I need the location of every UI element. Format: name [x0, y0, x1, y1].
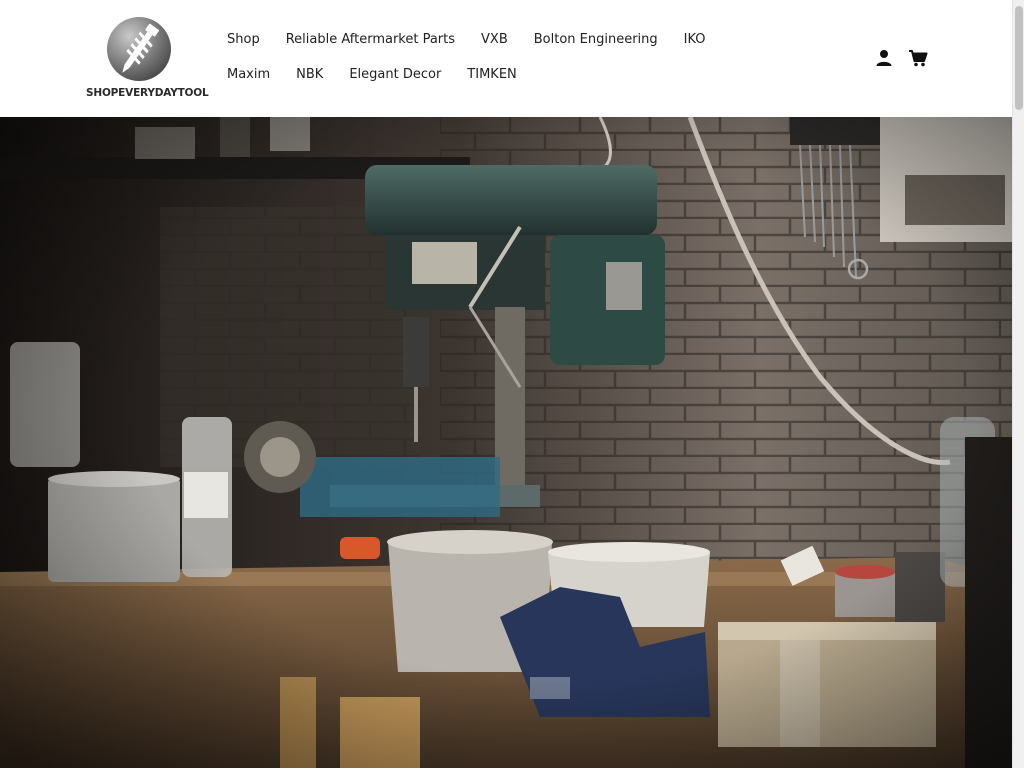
nav-elegant-decor[interactable]: Elegant Decor: [336, 63, 454, 89]
nav-maxim[interactable]: Maxim: [214, 63, 283, 89]
nav-row-2: Maxim NBK Elegant Decor TIMKEN: [214, 63, 814, 89]
header-actions: [874, 48, 928, 68]
page-scrollbar[interactable]: [1012, 0, 1024, 768]
nav-iko[interactable]: IKO: [671, 28, 719, 54]
scrollbar-thumb[interactable]: [1015, 6, 1023, 110]
nav-row-1: Shop Reliable Aftermarket Parts VXB Bolt…: [214, 28, 814, 54]
nav-vxb[interactable]: VXB: [468, 28, 521, 54]
hero-banner: [0, 117, 1012, 768]
nav-nbk[interactable]: NBK: [283, 63, 336, 89]
nav-reliable-aftermarket-parts[interactable]: Reliable Aftermarket Parts: [273, 28, 468, 54]
nav-bolton-engineering[interactable]: Bolton Engineering: [521, 28, 671, 54]
nav-shop[interactable]: Shop: [214, 28, 273, 54]
user-icon[interactable]: [874, 48, 894, 68]
main-nav: Shop Reliable Aftermarket Parts VXB Bolt…: [214, 28, 814, 98]
workshop-drill-press-photo: [0, 117, 1012, 768]
screw-bolt-logo-icon: [107, 17, 171, 81]
site-header: SHOPEVERYDAYTOOL Shop Reliable Aftermark…: [0, 0, 1012, 117]
site-logo[interactable]: SHOPEVERYDAYTOOL: [86, 16, 209, 104]
cart-icon[interactable]: [908, 48, 928, 68]
brand-name: SHOPEVERYDAYTOOL: [86, 87, 209, 99]
nav-timken[interactable]: TIMKEN: [454, 63, 529, 89]
